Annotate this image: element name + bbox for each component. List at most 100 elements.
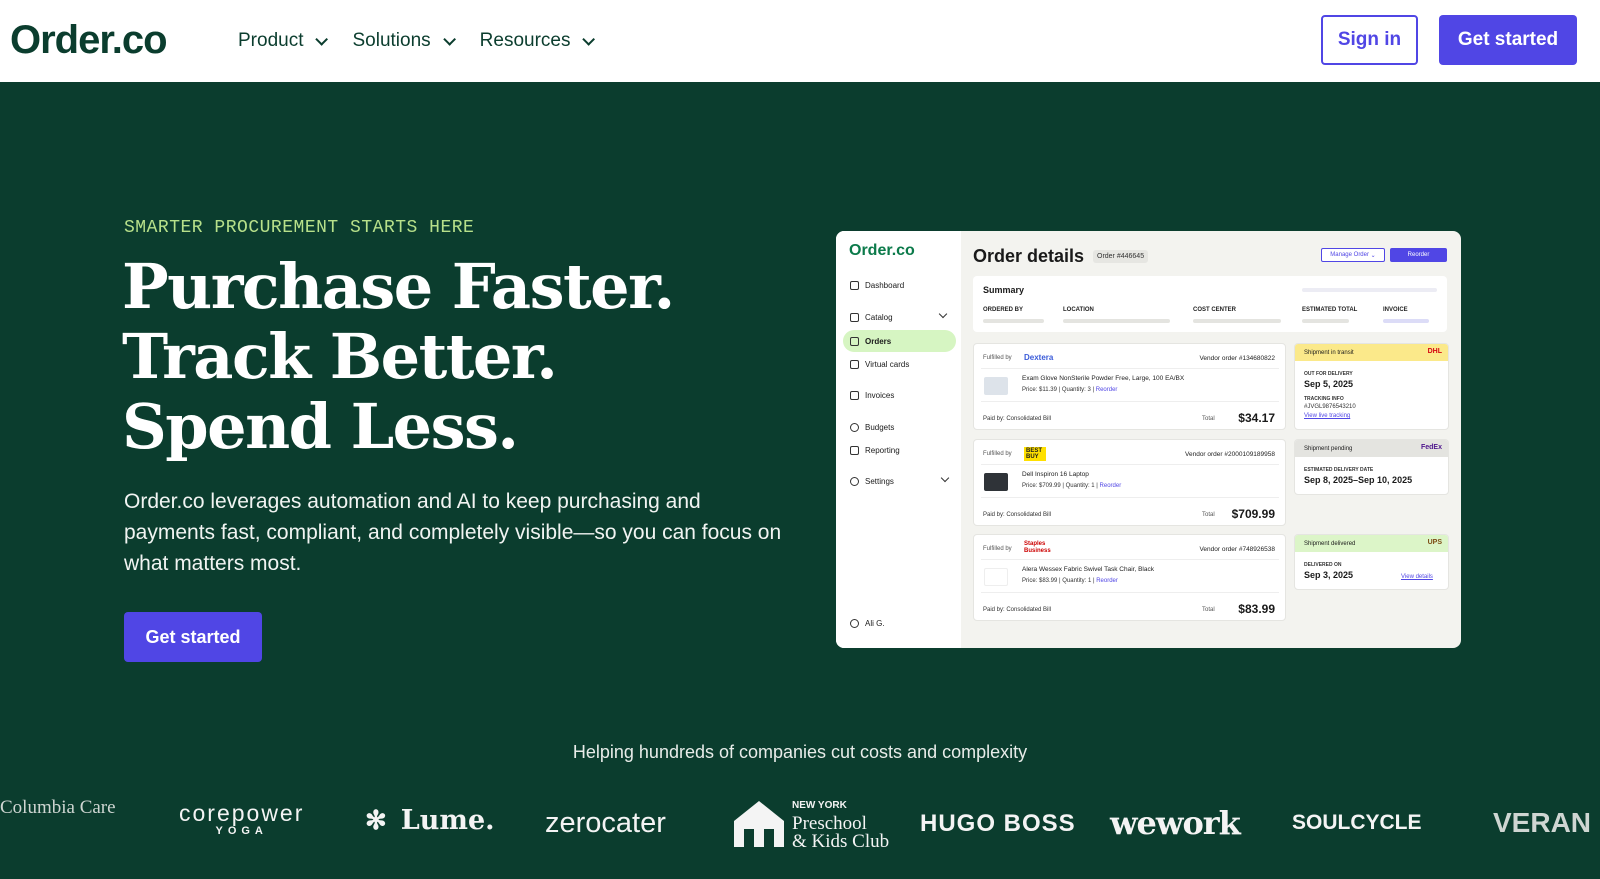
tracking-number: #JVGL9876543210 <box>1304 404 1356 410</box>
fulfilled-by-label: Fulfilled by <box>983 355 1012 361</box>
summary-col: ESTIMATED TOTAL <box>1302 307 1358 313</box>
manage-order-label: Manage Order <box>1330 252 1369 258</box>
view-details-link: View details <box>1401 574 1433 580</box>
logo-ny-preschool: NEW YORK Preschool & Kids Club <box>732 797 889 851</box>
hero-subtext: Order.co leverages automation and AI to … <box>124 490 782 575</box>
chevron-down-icon <box>315 32 329 46</box>
user-icon <box>850 619 859 628</box>
hero-eyebrow: SMARTER PROCUREMENT STARTS HERE <box>124 218 475 238</box>
total-value: $34.17 <box>1238 411 1275 425</box>
nav-solutions-label: Solutions <box>352 30 431 51</box>
item-price-qty: Price: $709.99 | Quantity: 1 | Reorder <box>1022 483 1122 489</box>
fulfilled-by-label: Fulfilled by <box>983 451 1012 457</box>
house-icon <box>734 801 784 847</box>
nav-resources-label: Resources <box>479 30 571 51</box>
logo-veranda: VERAN <box>1493 807 1591 839</box>
box-icon <box>850 337 859 346</box>
sidebar-item-label: Catalog <box>865 313 893 322</box>
summary-col: INVOICE <box>1383 307 1408 313</box>
total-value: $83.99 <box>1238 602 1275 616</box>
total-label: Total <box>1202 607 1215 613</box>
summary-panel: Summary ORDERED BY LOCATION COST CENTER … <box>973 276 1447 332</box>
shipment-status-bar: Shipment pending FedEx <box>1295 440 1448 457</box>
order-line-item: Alera Wessex Fabric Swivel Task Chair, B… <box>981 559 1279 593</box>
reorder-link: Reorder <box>1095 387 1118 393</box>
total-label: Total <box>1202 512 1215 518</box>
sidebar-item-reporting: Reporting <box>850 446 900 455</box>
brand-text: NEW YORK Preschool & Kids Club <box>792 797 889 851</box>
sidebar-item-virtual-cards: Virtual cards <box>850 360 909 369</box>
chevron-down-icon <box>582 32 596 46</box>
chevron-down-icon <box>940 473 950 483</box>
get-started-header-button[interactable]: Get started <box>1439 15 1577 65</box>
sidebar-item-label: Dashboard <box>865 281 905 290</box>
headline-line-2: Track Better. <box>122 320 558 393</box>
total-value: $709.99 <box>1231 507 1275 521</box>
logos-strip-title: Helping hundreds of companies cut costs … <box>572 742 1028 762</box>
brand-name: Columbia Care <box>0 797 116 818</box>
logo-soulcycle: SOULCYCLE <box>1292 811 1422 835</box>
item-name: Exam Glove NonSterile Powder Free, Large… <box>1022 375 1185 382</box>
vendor-order-number: Vendor order #134680822 <box>1199 355 1275 362</box>
nav-solutions[interactable]: Solutions <box>352 30 456 52</box>
shipment-label: OUT FOR DELIVERY <box>1304 371 1353 377</box>
logo-hugo-boss: HUGO BOSS <box>920 810 1076 838</box>
total-label: Total <box>1202 416 1215 422</box>
shipment-value: Sep 8, 2025–Sep 10, 2025 <box>1304 475 1413 485</box>
summary-placeholder <box>1063 319 1170 323</box>
gear-icon <box>850 477 859 486</box>
item-qty: Quantity: 1 <box>1062 578 1092 584</box>
shipment-card: Shipment in transit DHL OUT FOR DELIVERY… <box>1294 343 1449 430</box>
brand-name: Lume. <box>400 805 495 836</box>
brand-name: zerocater <box>545 807 666 839</box>
sidebar-item-label: Settings <box>865 477 894 486</box>
card-icon <box>850 360 859 369</box>
shipment-value: Sep 3, 2025 <box>1304 570 1354 580</box>
vendor-order-card: Fulfilled by BEST BUY Vendor order #2000… <box>973 439 1286 526</box>
mock-logo: Order.co <box>849 242 915 259</box>
sidebar-user: Ali G. <box>850 619 885 628</box>
reorder-button: Reorder <box>1390 248 1447 262</box>
sidebar-item-budgets: Budgets <box>850 423 894 432</box>
nav-product[interactable]: Product <box>238 30 329 52</box>
live-tracking-link: View live tracking <box>1304 413 1351 419</box>
vendor-name: BEST BUY <box>1024 447 1046 461</box>
logo-wework: wework <box>1110 804 1241 842</box>
shipment-label: DELIVERED ON <box>1304 562 1342 568</box>
product-screenshot: Order.co Dashboard Catalog Orders Virtua… <box>836 231 1461 648</box>
flower-icon: ✻ <box>365 805 387 836</box>
order-number-badge: Order #446645 <box>1093 250 1149 263</box>
chevron-down-icon <box>442 32 456 46</box>
product-thumbnail <box>984 473 1008 491</box>
mock-sidebar: Order.co Dashboard Catalog Orders Virtua… <box>836 231 961 648</box>
get-started-hero-button[interactable]: Get started <box>124 612 262 662</box>
fulfilled-by-label: Fulfilled by <box>983 546 1012 552</box>
sidebar-item-label: Budgets <box>865 423 895 432</box>
summary-placeholder <box>1302 319 1349 323</box>
headline-line-3: Spend Less. <box>122 390 519 463</box>
chevron-down-icon <box>938 309 948 319</box>
site-logo[interactable]: Order.co <box>10 18 168 63</box>
summary-title: Summary <box>983 285 1025 295</box>
item-price: Price: $11.39 <box>1022 387 1057 393</box>
shipment-status: Shipment in transit <box>1304 349 1354 356</box>
logo-zerocater: zerocater <box>545 807 666 840</box>
headline-line-1: Purchase Faster. <box>122 250 675 323</box>
site-header: Order.co Product Solutions Resources Sig… <box>0 0 1600 82</box>
brand-name: wework <box>1110 804 1241 842</box>
carrier-logo: UPS <box>1427 539 1442 546</box>
shipment-status-bar: Shipment delivered UPS <box>1295 535 1448 552</box>
vendor-name: Staples Business <box>1024 541 1051 554</box>
summary-placeholder <box>1302 288 1437 292</box>
item-name: Alera Wessex Fabric Swivel Task Chair, B… <box>1022 566 1154 573</box>
vendor-name: Dextera <box>1024 353 1054 362</box>
sidebar-item-orders: Orders <box>850 337 891 346</box>
item-price: Price: $709.99 <box>1022 483 1061 489</box>
nav-resources[interactable]: Resources <box>479 30 596 52</box>
sign-in-button[interactable]: Sign in <box>1321 15 1418 65</box>
summary-placeholder <box>983 319 1044 323</box>
summary-placeholder <box>1383 319 1429 323</box>
summary-col: LOCATION <box>1063 307 1094 313</box>
brand-name: VERAN <box>1493 807 1592 838</box>
brand-name: YOGA <box>215 825 268 837</box>
